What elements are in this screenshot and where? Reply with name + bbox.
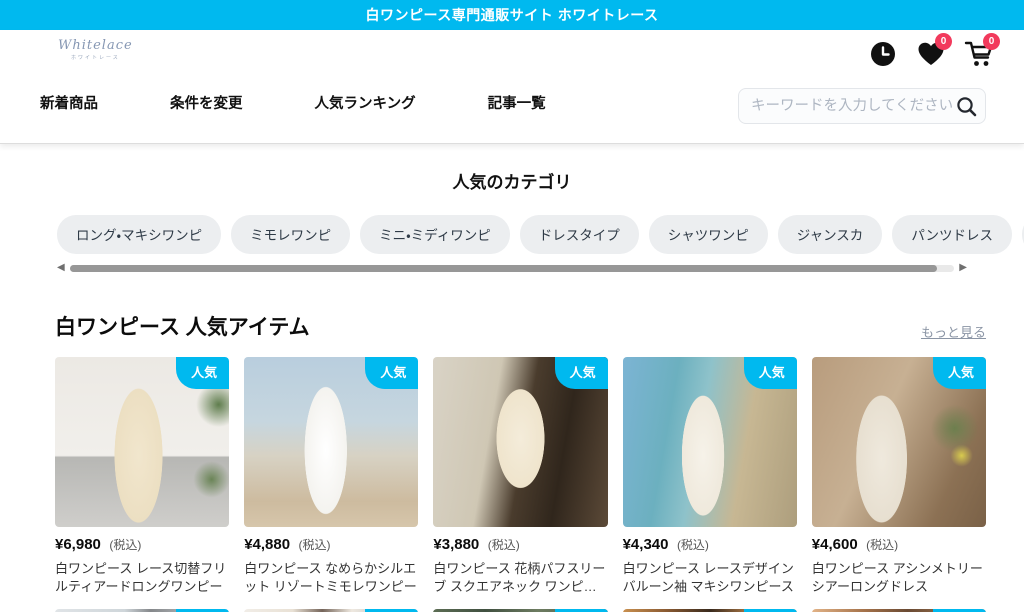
- product-price: ¥3,880: [433, 536, 479, 553]
- main-nav: 新着商品 条件を変更 人気ランキング 記事一覧: [40, 92, 546, 113]
- search-icon[interactable]: [956, 96, 977, 117]
- category-pill-pants-dress[interactable]: パンツドレス: [892, 215, 1012, 254]
- product-card[interactable]: 人気 ¥6,980 (税込) 白ワンピース レース切替フリルティアードロングワン…: [55, 357, 229, 596]
- scroll-right-arrow[interactable]: ▶: [959, 263, 967, 273]
- site-banner[interactable]: 白ワンピース専門通販サイト ホワイトレース: [0, 0, 1024, 30]
- product-image[interactable]: 人気: [244, 357, 418, 527]
- product-title[interactable]: 白ワンピース レース切替フリルティアードロングワンピー: [55, 560, 229, 596]
- price-row: ¥4,880 (税込): [244, 536, 418, 554]
- see-more-link[interactable]: もっと見る: [921, 322, 986, 341]
- cart-count-badge: 0: [983, 33, 1000, 50]
- tax-included-label: (税込): [677, 538, 709, 552]
- popular-items-header: 白ワンピース 人気アイテム もっと見る: [55, 311, 986, 341]
- product-title[interactable]: 白ワンピース アシンメトリー シアーロングドレス: [812, 560, 986, 596]
- scrollbar-thumb[interactable]: [70, 265, 937, 272]
- product-image[interactable]: 人気: [623, 357, 797, 527]
- tax-included-label: (税込): [866, 538, 898, 552]
- tax-included-label: (税込): [488, 538, 520, 552]
- history-button[interactable]: [866, 37, 900, 71]
- product-card[interactable]: 人気 ¥4,880 (税込) 白ワンピース なめらかシルエット リゾートミモレワ…: [244, 357, 418, 596]
- category-pill-row: ロング・マキシワンピ ミモレワンピ ミニ・ミディワンピ ドレスタイプ シャツワン…: [57, 215, 1024, 254]
- scrollbar-track[interactable]: [70, 265, 955, 272]
- product-image[interactable]: 人気: [812, 357, 986, 527]
- popular-badge: 人気: [365, 357, 418, 389]
- product-title[interactable]: 白ワンピース なめらかシルエット リゾートミモレワンピー: [244, 560, 418, 596]
- product-price: ¥4,880: [244, 536, 290, 553]
- site-header: Whitelace ホワイトレース 0 0 新着商品: [0, 30, 1024, 144]
- search-box: [738, 88, 986, 124]
- category-pill-dress-type[interactable]: ドレスタイプ: [520, 215, 639, 254]
- product-card[interactable]: 人気 ¥4,600 (税込) 白ワンピース アシンメトリー シアーロングドレス: [812, 357, 986, 596]
- search-input[interactable]: [751, 98, 956, 114]
- categories-section: 人気のカテゴリ ロング・マキシワンピ ミモレワンピ ミニ・ミディワンピ ドレスタ…: [0, 144, 1024, 273]
- price-row: ¥4,340 (税込): [623, 536, 797, 554]
- product-grid-row1: 人気 ¥6,980 (税込) 白ワンピース レース切替フリルティアードロングワン…: [55, 357, 986, 596]
- product-title[interactable]: 白ワンピース レースデザイン バルーン袖 マキシワンピース: [623, 560, 797, 596]
- site-banner-title: 白ワンピース専門通販サイト ホワイトレース: [366, 5, 659, 25]
- price-row: ¥3,880 (税込): [433, 536, 607, 554]
- product-price: ¥4,340: [623, 536, 669, 553]
- price-row: ¥4,600 (税込): [812, 536, 986, 554]
- nav-item-ranking[interactable]: 人気ランキング: [315, 92, 416, 113]
- popular-badge: 人気: [555, 357, 608, 389]
- nav-item-new-items[interactable]: 新着商品: [40, 92, 98, 113]
- nav-item-change-conditions[interactable]: 条件を変更: [170, 92, 243, 113]
- product-image[interactable]: 人気: [55, 357, 229, 527]
- category-pill-shirt[interactable]: シャツワンピ: [649, 215, 768, 254]
- site-logo-text: Whitelace: [58, 38, 133, 53]
- site-logo[interactable]: Whitelace ホワイトレース: [58, 38, 133, 61]
- product-card[interactable]: 人気 ¥4,340 (税込) 白ワンピース レースデザイン バルーン袖 マキシワ…: [623, 357, 797, 596]
- popular-items-title: 白ワンピース 人気アイテム: [55, 311, 310, 341]
- header-icon-group: 0 0: [866, 37, 996, 71]
- popular-badge: 人気: [744, 357, 797, 389]
- tax-included-label: (税込): [299, 538, 331, 552]
- popular-badge: 人気: [933, 357, 986, 389]
- price-row: ¥6,980 (税込): [55, 536, 229, 554]
- popular-items-section: 白ワンピース 人気アイテム もっと見る 人気 ¥6,980 (税込) 白ワンピー…: [55, 311, 986, 612]
- scroll-left-arrow[interactable]: ◀: [57, 263, 65, 273]
- categories-title: 人気のカテゴリ: [0, 168, 1024, 193]
- category-pill-mini-midi[interactable]: ミニ・ミディワンピ: [360, 215, 510, 254]
- cart-button[interactable]: 0: [962, 37, 996, 71]
- category-scrollbar: ◀ ▶: [57, 263, 967, 273]
- site-logo-tagline: ホワイトレース: [58, 54, 133, 61]
- product-price: ¥4,600: [812, 536, 858, 553]
- product-title[interactable]: 白ワンピース 花柄パフスリーブ スクエアネック ワンピース: [433, 560, 607, 596]
- category-pill-jumper-skirt[interactable]: ジャンスカ: [778, 215, 883, 254]
- favorites-count-badge: 0: [935, 33, 952, 50]
- favorites-button[interactable]: 0: [914, 37, 948, 71]
- product-image[interactable]: 人気: [433, 357, 607, 527]
- nav-item-articles[interactable]: 記事一覧: [488, 92, 546, 113]
- tax-included-label: (税込): [109, 538, 141, 552]
- product-price: ¥6,980: [55, 536, 101, 553]
- category-pill-long-maxi[interactable]: ロング・マキシワンピ: [57, 215, 221, 254]
- popular-badge: 人気: [176, 357, 229, 389]
- clock-icon: [870, 41, 896, 67]
- category-pill-mimore[interactable]: ミモレワンピ: [231, 215, 350, 254]
- product-card[interactable]: 人気 ¥3,880 (税込) 白ワンピース 花柄パフスリーブ スクエアネック ワ…: [433, 357, 607, 596]
